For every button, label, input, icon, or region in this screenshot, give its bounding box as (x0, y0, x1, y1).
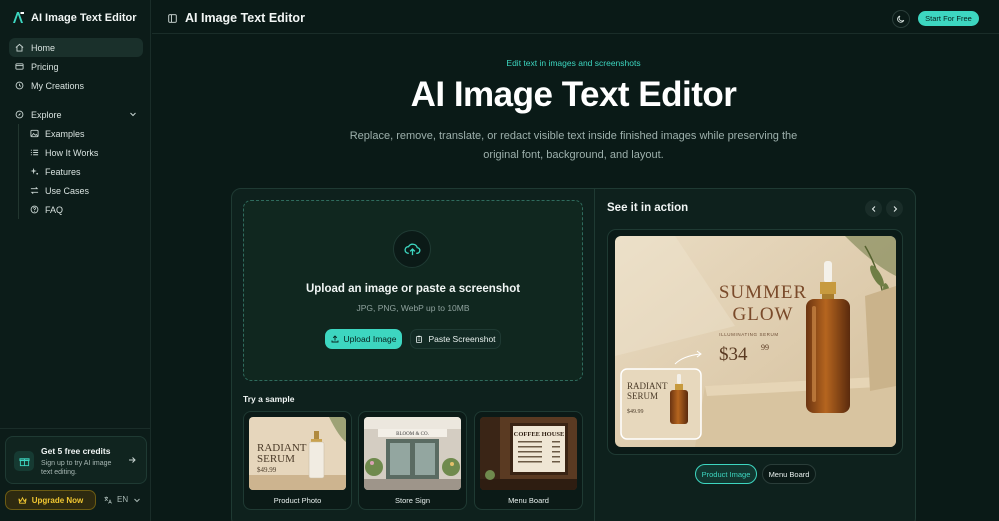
explore-subnav: Examples How It Works Features Use Cases… (18, 124, 143, 219)
samples-heading: Try a sample (243, 394, 295, 404)
swap-icon (30, 186, 39, 195)
sample-card-store-sign[interactable]: BLOOM & CO. Store Sign (358, 411, 467, 510)
sub-item-label: Features (45, 166, 81, 177)
upgrade-button[interactable]: Upgrade Now (5, 490, 96, 510)
upload-icon (331, 335, 338, 343)
brand-logo-icon (13, 12, 24, 23)
see-it-in-action-title: See it in action (607, 202, 689, 214)
thumb-price: $49.99 (257, 466, 277, 474)
arrow-right-icon (129, 457, 136, 463)
preview-text-summer: SUMMER (719, 282, 807, 303)
sidebar-divider (0, 428, 151, 429)
nav-label: Home (31, 42, 56, 53)
history-icon (15, 81, 24, 90)
start-for-free-button[interactable]: Start For Free (918, 11, 979, 26)
home-icon (15, 43, 24, 52)
list-icon (30, 148, 39, 157)
sidebar-toggle-icon[interactable] (168, 14, 177, 23)
translate-icon (104, 496, 112, 504)
crown-icon (18, 496, 27, 504)
clipboard-icon (416, 335, 423, 343)
paste-screenshot-label: Paste Screenshot (428, 334, 496, 344)
preview-text-subtitle: ILLUMINATING SERUM (719, 332, 778, 337)
compass-icon (15, 110, 24, 119)
sub-item-faq[interactable]: FAQ (30, 200, 143, 219)
prev-example-button[interactable] (865, 200, 882, 217)
page-title: AI Image Text Editor (185, 11, 305, 25)
gift-icon (14, 451, 34, 471)
tab-product-image[interactable]: Product Image (695, 464, 757, 484)
upgrade-label: Upgrade Now (31, 495, 84, 505)
explore-toggle[interactable]: Explore (9, 105, 143, 124)
preview-price-cents: 99 (761, 343, 769, 352)
sparkles-icon (30, 167, 39, 176)
sample-name: Menu Board (508, 496, 549, 505)
thumb-menu-title: COFFEE HOUSE (514, 431, 565, 438)
sample-thumbnail: COFFEE HOUSE (480, 417, 577, 490)
language-selector[interactable]: EN (104, 495, 141, 504)
credits-subtitle: Sign up to try AI image text editing. (41, 460, 112, 476)
hero-title: AI Image Text Editor (410, 75, 737, 114)
sample-card-product-photo[interactable]: RADIANT SERUM $49.99 Product Photo (243, 411, 352, 510)
inset-text-radiant: RADIANT (627, 381, 668, 391)
chevron-down-icon (130, 112, 136, 117)
credits-title: Get 5 free credits (41, 446, 111, 456)
preview-image: SUMMER GLOW ILLUMINATING SERUM $34 99 RA… (615, 236, 896, 447)
brand-name: AI Image Text Editor (31, 11, 137, 24)
help-icon (30, 205, 39, 214)
next-example-button[interactable] (886, 200, 903, 217)
card-icon (15, 62, 24, 71)
chevron-right-icon (893, 205, 897, 212)
language-code: EN (117, 495, 129, 504)
top-bar: AI Image Text Editor Start For Free (152, 0, 999, 34)
main-nav: Home Pricing My Creations (9, 38, 143, 95)
hero-description: Replace, remove, translate, or redact vi… (349, 130, 798, 161)
sample-name: Product Photo (273, 496, 322, 505)
nav-label: My Creations (31, 80, 85, 91)
nav-item-my-creations[interactable]: My Creations (9, 76, 143, 95)
sub-item-label: FAQ (45, 204, 64, 215)
sub-item-use-cases[interactable]: Use Cases (30, 181, 143, 200)
sample-thumbnail: RADIANT SERUM $49.99 (249, 417, 346, 490)
tab-menu-board[interactable]: Menu Board (762, 464, 816, 484)
sub-item-label: Use Cases (45, 185, 90, 196)
upload-image-button[interactable]: Upload Image (325, 329, 402, 349)
upload-image-label: Upload Image (343, 334, 397, 344)
sub-item-features[interactable]: Features (30, 162, 143, 181)
upload-title: Upload an image or paste a screenshot (305, 283, 521, 295)
thumb-text-serum: SERUM (257, 453, 295, 465)
inset-text-serum: SERUM (627, 391, 658, 401)
sample-thumbnail: BLOOM & CO. (364, 417, 461, 490)
sidebar: AI Image Text Editor Home Pricing My Cre… (0, 0, 151, 521)
nav-item-pricing[interactable]: Pricing (9, 57, 143, 76)
brand[interactable]: AI Image Text Editor (12, 11, 137, 24)
preview-text-glow: GLOW (733, 304, 794, 325)
sub-item-label: Examples (45, 128, 85, 139)
thumb-store-name: BLOOM & CO. (396, 432, 429, 437)
explore-label: Explore (31, 109, 62, 120)
inset-price: $49.99 (627, 408, 644, 415)
chevron-down-icon (134, 498, 140, 502)
preview-price-main: $34 (719, 344, 748, 365)
column-divider (594, 189, 595, 521)
sub-item-examples[interactable]: Examples (30, 124, 143, 143)
nav-item-home[interactable]: Home (9, 38, 143, 57)
sample-name: Store Sign (394, 496, 431, 505)
hero-kicker: Edit text in images and screenshots (506, 58, 641, 68)
theme-toggle-button[interactable] (892, 10, 910, 28)
sub-item-label: How It Works (45, 147, 99, 158)
moon-icon (897, 15, 905, 23)
paste-screenshot-button[interactable]: Paste Screenshot (410, 329, 501, 349)
sub-item-how-it-works[interactable]: How It Works (30, 143, 143, 162)
cloud-upload-icon (393, 230, 431, 268)
upload-formats: JPG, PNG, WebP up to 10MB (356, 303, 470, 313)
sample-card-menu-board[interactable]: COFFEE HOUSE Menu Board (474, 411, 583, 510)
chevron-left-icon (871, 205, 875, 212)
image-icon (30, 129, 39, 138)
free-credits-card[interactable]: Get 5 free credits Sign up to try AI ima… (5, 436, 147, 484)
nav-label: Pricing (31, 61, 59, 72)
